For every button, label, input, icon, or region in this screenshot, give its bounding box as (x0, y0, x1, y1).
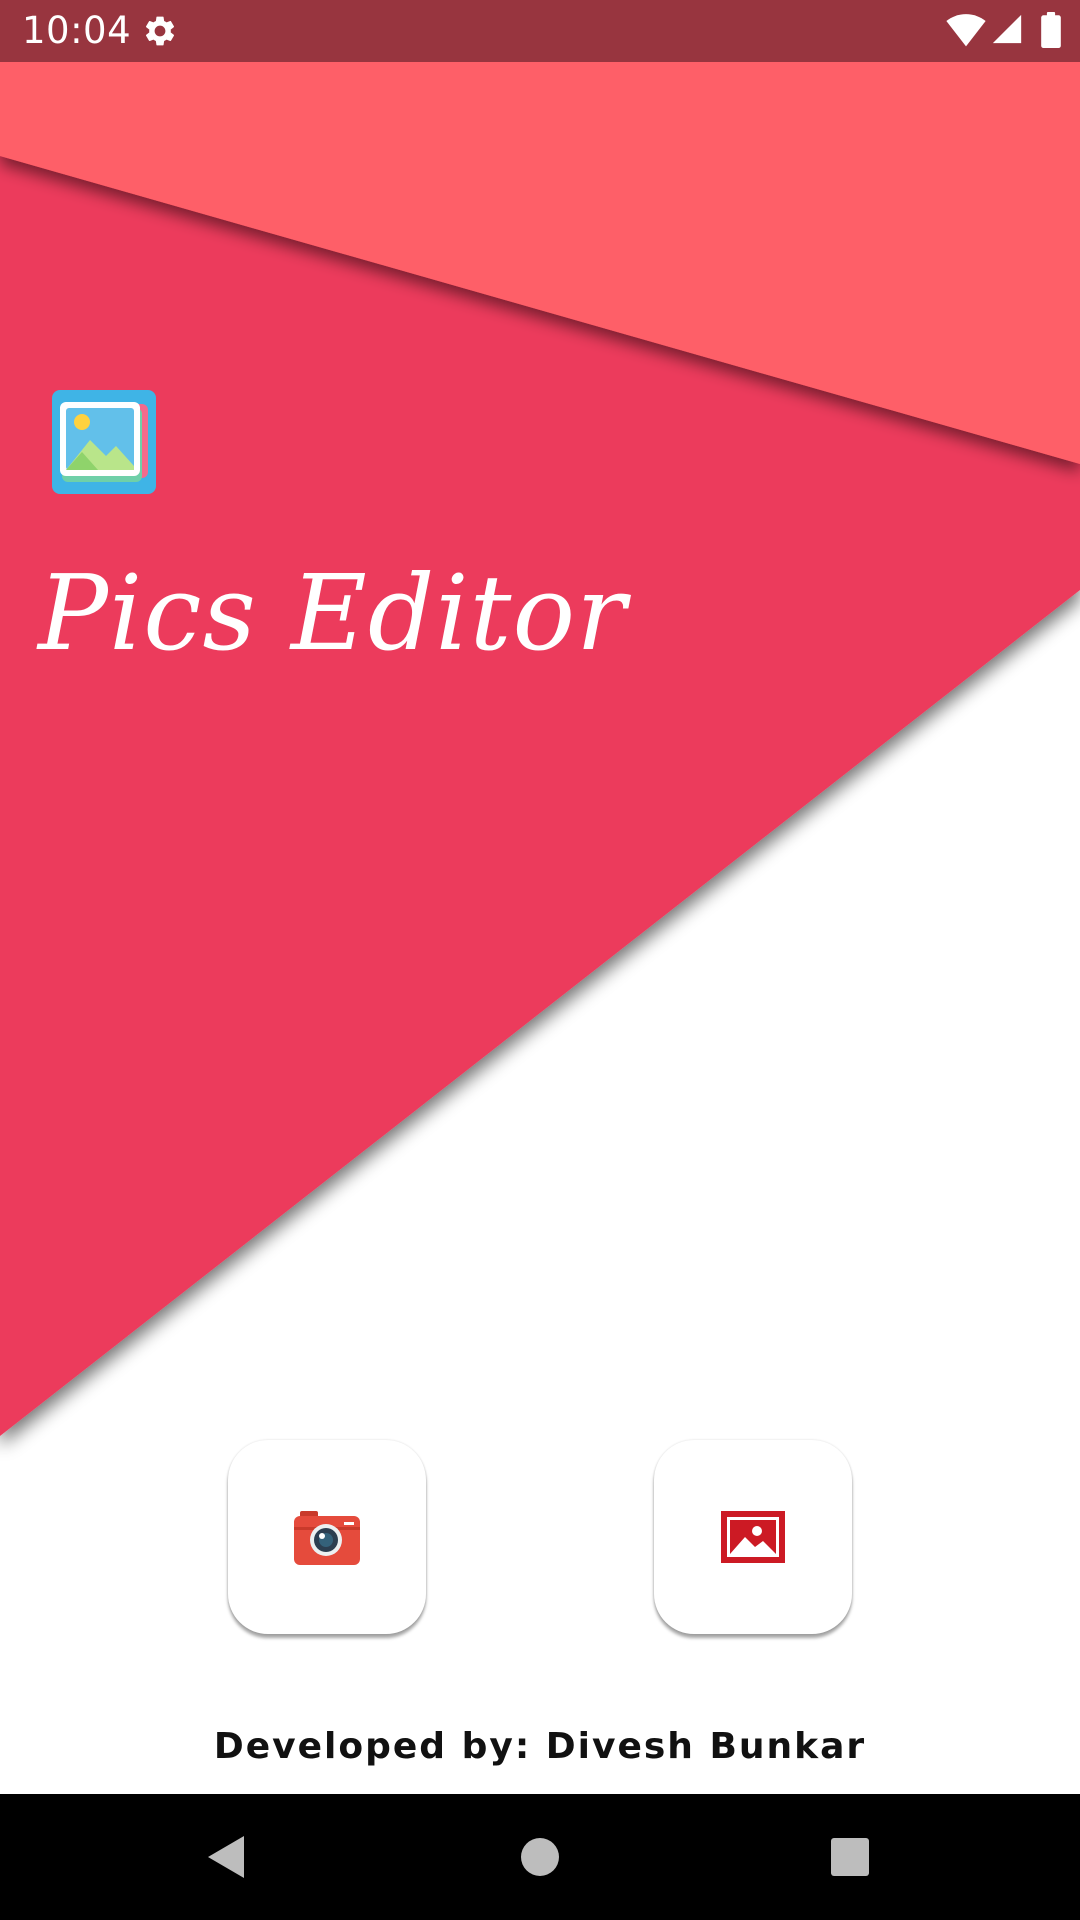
gallery-image-icon (721, 1511, 785, 1563)
back-icon (208, 1836, 244, 1878)
battery-icon (1041, 12, 1061, 48)
cellular-signal-icon (992, 14, 1022, 44)
app-title: Pics Editor (38, 552, 627, 674)
settings-icon (145, 16, 175, 46)
navigation-bar (0, 1794, 1080, 1920)
splash-screen: 10:04 Pics Editor Developed by: Divesh B… (0, 0, 1080, 1920)
home-icon (521, 1838, 559, 1876)
developer-credit: Developed by: Divesh Bunkar (213, 1726, 867, 1767)
recents-button[interactable] (770, 1794, 930, 1920)
background-graphic (0, 62, 1080, 1794)
camera-button[interactable] (228, 1440, 426, 1634)
photo-stack-icon (52, 390, 156, 494)
back-button[interactable] (146, 1794, 306, 1920)
home-button[interactable] (460, 1794, 620, 1920)
recents-icon (831, 1838, 869, 1876)
status-time: 10:04 (22, 9, 132, 52)
gallery-button[interactable] (654, 1440, 852, 1634)
status-bar: 10:04 (0, 0, 1080, 62)
wifi-icon (946, 14, 986, 47)
camera-icon (294, 1511, 360, 1565)
